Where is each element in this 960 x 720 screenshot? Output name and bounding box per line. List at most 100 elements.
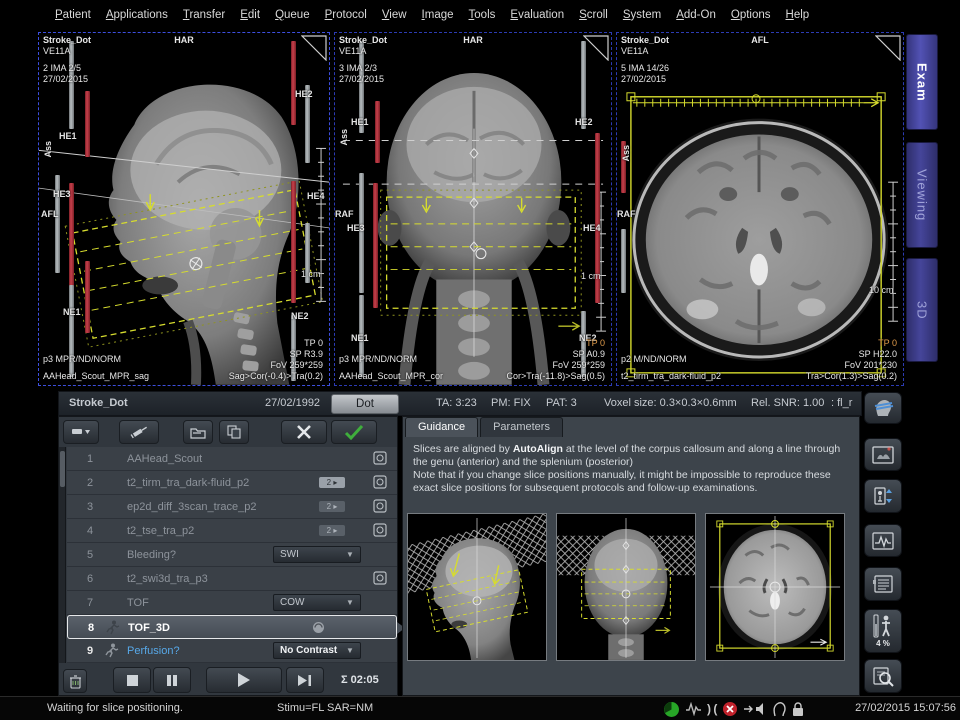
pm-value: PM: FIX <box>491 397 531 409</box>
menu-patient[interactable]: Patient <box>55 9 91 21</box>
reference-image-icon[interactable] <box>373 499 387 513</box>
skip-button[interactable] <box>286 667 324 693</box>
coil-label-he3: HE3 <box>53 189 71 199</box>
cancel-button[interactable] <box>281 420 327 444</box>
reference-image-icon[interactable] <box>373 523 387 537</box>
disk-usage-icon[interactable] <box>663 701 680 718</box>
coil-bar[interactable] <box>291 181 296 303</box>
coil-bar[interactable] <box>85 91 90 157</box>
patient-position-button[interactable] <box>864 479 902 513</box>
menu-addon[interactable]: Add-On <box>676 9 716 21</box>
menu-evaluation[interactable]: Evaluation <box>510 9 564 21</box>
menu-scroll[interactable]: Scroll <box>579 9 608 21</box>
coil-label-raf: RAF <box>335 209 354 219</box>
search-protocols-button[interactable] <box>864 659 902 693</box>
decision-dropdown[interactable]: SWI▼ <box>273 546 361 563</box>
thumbnail-coronal[interactable] <box>556 513 696 661</box>
unload-corner-icon[interactable] <box>875 35 901 61</box>
sar-monitor-button[interactable]: 4 % <box>864 609 902 653</box>
tab-guidance[interactable]: Guidance <box>405 417 478 437</box>
dot-cockpit-button[interactable] <box>864 392 902 424</box>
coil-bar[interactable] <box>621 229 626 293</box>
copy-protocol-button[interactable] <box>219 420 249 444</box>
patient-info-bar: Stroke_Dot 27/02/1992 TA: 3:23 PM: FIX P… <box>58 391 862 416</box>
decision-dropdown[interactable]: COW▼ <box>273 594 361 611</box>
sequence-name: : fl_r <box>831 397 852 409</box>
scroll-thumb[interactable] <box>60 451 65 487</box>
unload-corner-icon[interactable] <box>301 35 327 61</box>
thumbnail-sagittal[interactable] <box>407 513 547 661</box>
protocol-row-7[interactable]: 7 TOF COW▼ <box>67 591 397 615</box>
pause-button[interactable] <box>153 667 191 693</box>
menu-help[interactable]: Help <box>786 9 810 21</box>
coil-bar[interactable] <box>373 183 378 308</box>
confirm-button[interactable] <box>331 420 377 444</box>
viewport-coronal[interactable]: HE1 HE2 Ass RAF HE3 HE4 NE1 NE2 1 cm Str… <box>334 32 612 386</box>
stop-button[interactable] <box>113 667 151 693</box>
tab-3d[interactable]: 3D <box>906 258 938 362</box>
coil-bar[interactable] <box>69 183 74 301</box>
lock-icon[interactable] <box>791 701 805 717</box>
coil-label-he4: HE4 <box>583 223 601 233</box>
open-protocol-button[interactable] <box>183 420 213 444</box>
audio-route-icon[interactable] <box>743 702 767 716</box>
menu-protocol[interactable]: Protocol <box>325 9 367 21</box>
speaker-muted-icon[interactable] <box>722 701 738 717</box>
menu-system[interactable]: System <box>623 9 661 21</box>
reference-image-icon[interactable] <box>373 571 387 585</box>
contrast-injection-button[interactable] <box>119 420 159 444</box>
protocol-name: t2_tse_tra_p2 <box>127 525 194 537</box>
head-status-icon[interactable] <box>772 701 786 717</box>
tab-exam[interactable]: Exam <box>906 34 938 130</box>
status-message: Waiting for slice positioning. <box>47 702 183 714</box>
menu-edit[interactable]: Edit <box>240 9 260 21</box>
protocol-info-button[interactable] <box>864 567 902 601</box>
coil-bar[interactable] <box>359 173 364 293</box>
system-datetime: 27/02/2015 15:07:56 <box>855 702 956 714</box>
dot-button[interactable]: Dot <box>331 394 399 414</box>
tab-viewing[interactable]: Viewing <box>906 142 938 248</box>
image-text-bottomleft: p3 MPR/ND/NORM AAHead_Scout_MPR_cor <box>339 354 443 382</box>
talk-icon[interactable]: ) ( <box>707 702 717 716</box>
reference-image-icon[interactable] <box>373 451 387 465</box>
copy-icon <box>227 425 242 439</box>
protocol-name: Perfusion? <box>127 645 180 657</box>
start-button[interactable] <box>206 667 282 693</box>
viewport-sagittal[interactable]: HE1 HE2 HE3 AFL HE4 NE1 NE2 Ass 1 cm Str… <box>38 32 330 386</box>
orientation-label-ass: Ass <box>621 145 631 162</box>
tab-parameters[interactable]: Parameters <box>480 417 563 437</box>
coil-bar[interactable] <box>291 41 296 125</box>
protocol-list-panel: 1 AAHead_Scout 2 t2_tirm_tra_dark-fluid_… <box>58 416 398 696</box>
coil-bar[interactable] <box>375 101 380 163</box>
viewport-axial[interactable]: Ass RAF 10 cm Stroke_Dot VE11A 5 IMA 14/… <box>616 32 904 386</box>
physio-display-button[interactable] <box>864 524 902 557</box>
protocol-row-1[interactable]: 1 AAHead_Scout <box>67 447 397 471</box>
protocol-row-5[interactable]: 5 Bleeding? SWI▼ <box>67 543 397 567</box>
program-dropdown-button[interactable] <box>63 420 99 444</box>
protocol-row-2[interactable]: 2 t2_tirm_tra_dark-fluid_p2 2 ▸ <box>67 471 397 495</box>
menu-applications[interactable]: Applications <box>106 9 168 21</box>
protocol-row-3[interactable]: 3 ep2d_diff_3scan_trace_p2 2 ▸ <box>67 495 397 519</box>
decision-dropdown[interactable]: No Contrast▼ <box>273 642 361 659</box>
menu-transfer[interactable]: Transfer <box>183 9 225 21</box>
physio-status-icon[interactable] <box>685 702 702 716</box>
menu-queue[interactable]: Queue <box>275 9 310 21</box>
unload-corner-icon[interactable] <box>583 35 609 61</box>
reference-image-icon[interactable] <box>373 475 387 489</box>
image-text-bottomright: TP 0 SP A0.9 FoV 259*259 Cor>Tra(-11.8)>… <box>506 338 605 382</box>
menu-bar: Patient Applications Transfer Edit Queue… <box>0 0 960 30</box>
protocol-row-9[interactable]: 9 Perfusion? No Contrast▼ <box>67 639 397 663</box>
protocol-scrollbar[interactable] <box>59 447 66 663</box>
coil-bar[interactable] <box>85 261 90 333</box>
protocol-row-8-selected[interactable]: 8 TOF_3D <box>67 615 397 639</box>
menu-options[interactable]: Options <box>731 9 771 21</box>
image-text-bottomleft: p2 M/ND/NORM t2_tirm_tra_dark-fluid_p2 <box>621 354 721 382</box>
menu-view[interactable]: View <box>382 9 407 21</box>
image-review-button[interactable] <box>864 438 902 471</box>
protocol-row-4[interactable]: 4 t2_tse_tra_p2 2 ▸ <box>67 519 397 543</box>
menu-tools[interactable]: Tools <box>469 9 496 21</box>
delete-button[interactable] <box>63 669 87 693</box>
thumbnail-axial[interactable] <box>705 513 845 661</box>
protocol-row-6[interactable]: 6 t2_swi3d_tra_p3 <box>67 567 397 591</box>
menu-image[interactable]: Image <box>422 9 454 21</box>
